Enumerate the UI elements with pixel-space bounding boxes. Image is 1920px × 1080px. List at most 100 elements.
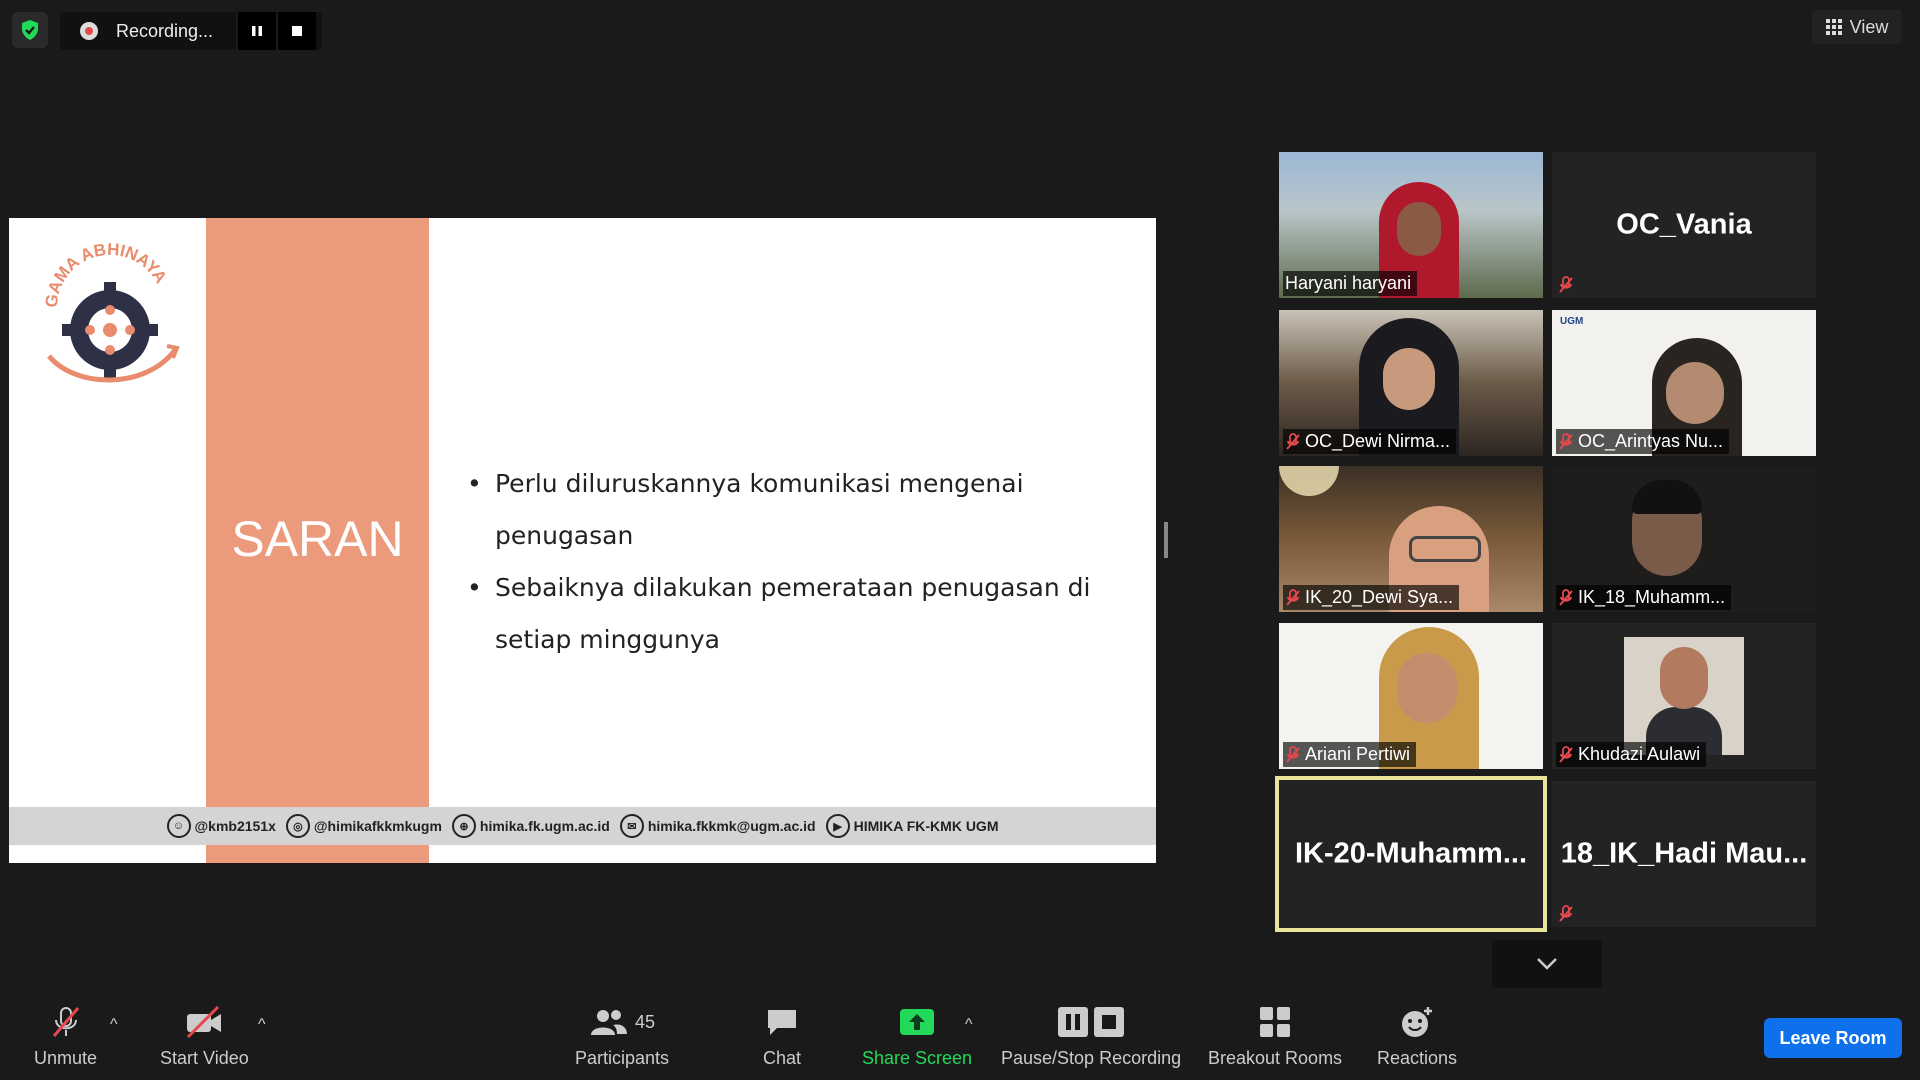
participant-name: OC_Dewi Nirma...: [1305, 431, 1451, 451]
participant-name: Ariani Pertiwi: [1305, 744, 1411, 764]
start-video-button[interactable]: Start Video: [160, 1004, 249, 1069]
participant-name-display: OC_Vania: [1616, 208, 1752, 241]
breakout-rooms-label: Breakout Rooms: [1208, 1048, 1343, 1068]
instagram-icon: ◎: [285, 814, 310, 838]
gallery-next-page-button[interactable]: [1492, 940, 1602, 988]
security-shield-icon[interactable]: [12, 12, 48, 48]
participant-tile[interactable]: UGM OC_Arintyas Nu...: [1552, 310, 1816, 456]
line-icon: ☺: [166, 814, 191, 838]
video-options-caret[interactable]: ^: [258, 1016, 266, 1034]
participant-status: [1556, 274, 1580, 296]
chevron-down-icon: [1537, 958, 1557, 970]
pause-icon: [252, 26, 262, 36]
pause-recording-button[interactable]: [236, 12, 276, 50]
footer-item: ▶ HIMIKA FK-KMK UGM: [825, 814, 999, 838]
participant-name-label: OC_Arintyas Nu...: [1556, 429, 1730, 454]
unmute-label: Unmute: [34, 1048, 98, 1068]
slide-title: SARAN: [231, 511, 404, 567]
muted-mic-icon: [1558, 432, 1574, 451]
participant-status: [1556, 903, 1580, 925]
recording-indicator: Recording...: [60, 12, 322, 50]
meeting-toolbar: Unmute ^ Start Video ^ 45 Participants C…: [0, 994, 1920, 1080]
bullet-text: Sebaiknya dilakukan pemerataan penugasan…: [495, 573, 1091, 654]
audio-options-caret[interactable]: ^: [110, 1016, 118, 1034]
chat-label: Chat: [763, 1048, 802, 1068]
pause-stop-recording-button[interactable]: Pause/Stop Recording: [1001, 1004, 1181, 1069]
participant-name: IK_20_Dewi Sya...: [1305, 587, 1454, 607]
participant-tile[interactable]: Ariani Pertiwi: [1279, 623, 1543, 769]
participant-name-display: IK-20-Muhamm...: [1294, 837, 1528, 870]
muted-mic-icon: [1558, 905, 1574, 923]
participant-name-display: 18_IK_Hadi Mau...: [1560, 837, 1808, 870]
chat-icon: [765, 1004, 799, 1040]
leave-room-button[interactable]: Leave Room: [1764, 1018, 1902, 1058]
footer-text: himika.fkkmk@ugm.ac.id: [647, 818, 816, 834]
muted-mic-icon: [1558, 745, 1574, 764]
zoom-meeting-window: Recording... View GAMA ABHINAYA SARAN • …: [0, 0, 1920, 1080]
participant-tile[interactable]: OC_Dewi Nirma...: [1279, 310, 1543, 456]
participants-label: Participants: [575, 1048, 670, 1068]
footer-item: ⊕ himika.fk.ugm.ac.id: [451, 814, 610, 838]
unmute-button[interactable]: Unmute: [34, 1004, 97, 1069]
start-video-label: Start Video: [160, 1048, 249, 1068]
bullet-item: • Sebaiknya dilakukan pemerataan penugasa…: [467, 562, 1147, 666]
muted-mic-icon: [49, 1004, 83, 1040]
participant-name: OC_Arintyas Nu...: [1578, 431, 1724, 451]
reactions-label: Reactions: [1377, 1048, 1458, 1068]
footer-text: @kmb2151x: [194, 818, 276, 834]
youtube-icon: ▶: [825, 814, 850, 838]
participant-photo: [1624, 637, 1744, 755]
bullet-text: Perlu diluruskannya komunikasi mengenai …: [495, 469, 1024, 550]
share-screen-icon: [898, 1004, 936, 1040]
bullet-item: • Perlu diluruskannya komunikasi mengenai…: [467, 458, 1147, 562]
participant-tile[interactable]: 18_IK_Hadi Mau...: [1552, 781, 1816, 927]
muted-mic-icon: [1558, 276, 1574, 294]
participant-tile[interactable]: IK_20_Dewi Sya...: [1279, 466, 1543, 612]
footer-text: @himikafkkmkugm: [313, 818, 442, 834]
participant-tile[interactable]: Haryani haryani: [1279, 152, 1543, 298]
breakout-rooms-button[interactable]: Breakout Rooms: [1208, 1004, 1342, 1069]
participant-tile[interactable]: OC_Vania: [1552, 152, 1816, 298]
mail-icon: ✉: [619, 814, 644, 838]
gama-abhinaya-logo: GAMA ABHINAYA: [35, 238, 185, 388]
shared-screen-slide: GAMA ABHINAYA SARAN • Perlu diluruskannya…: [9, 218, 1156, 863]
participant-tile[interactable]: Khudazi Aulawi: [1552, 623, 1816, 769]
participants-count: 45: [635, 1011, 656, 1032]
panel-resize-handle[interactable]: [1164, 522, 1168, 558]
participant-name: Haryani haryani: [1285, 273, 1412, 293]
recording-dot-icon: [80, 22, 98, 40]
muted-mic-icon: [1558, 588, 1574, 607]
view-button[interactable]: View: [1812, 10, 1902, 44]
share-options-caret[interactable]: ^: [965, 1016, 973, 1034]
footer-text: HIMIKA FK-KMK UGM: [853, 818, 999, 834]
stop-recording-button[interactable]: [276, 12, 316, 50]
participants-button[interactable]: 45 Participants: [575, 1004, 669, 1069]
participant-tile[interactable]: IK_18_Muhamm...: [1552, 466, 1816, 612]
share-screen-button[interactable]: Share Screen: [862, 1004, 972, 1069]
view-label: View: [1849, 16, 1889, 37]
participant-name-label: IK_18_Muhamm...: [1556, 585, 1732, 610]
participants-icon: 45: [589, 1004, 655, 1040]
recording-label: Recording...: [116, 20, 214, 41]
video-off-icon: [184, 1004, 224, 1040]
footer-item: ◎ @himikafkkmkugm: [285, 814, 442, 838]
pause-stop-label: Pause/Stop Recording: [1001, 1048, 1182, 1068]
footer-item: ☺ @kmb2151x: [166, 814, 276, 838]
participant-name-label: OC_Dewi Nirma...: [1283, 429, 1457, 454]
footer-item: ✉ himika.fkkmk@ugm.ac.id: [619, 814, 816, 838]
muted-mic-icon: [1285, 432, 1301, 451]
breakout-rooms-icon: [1258, 1004, 1292, 1040]
muted-mic-icon: [1285, 588, 1301, 607]
grid-icon: [1825, 19, 1842, 35]
participant-name-label: IK_20_Dewi Sya...: [1283, 585, 1460, 610]
reactions-icon: [1399, 1004, 1435, 1040]
participant-name: IK_18_Muhamm...: [1578, 587, 1726, 607]
chat-button[interactable]: Chat: [763, 1004, 801, 1069]
reactions-button[interactable]: Reactions: [1377, 1004, 1457, 1069]
active-speaker-tile[interactable]: IK-20-Muhamm...: [1275, 776, 1547, 932]
share-screen-label: Share Screen: [862, 1048, 973, 1068]
muted-mic-icon: [1285, 745, 1301, 764]
slide-footer-contacts: ☺ @kmb2151x ◎ @himikafkkmkugm ⊕ himika.fk.u…: [9, 807, 1156, 845]
slide-bullet-list: • Perlu diluruskannya komunikasi mengenai…: [467, 458, 1147, 666]
stop-icon: [292, 26, 302, 36]
